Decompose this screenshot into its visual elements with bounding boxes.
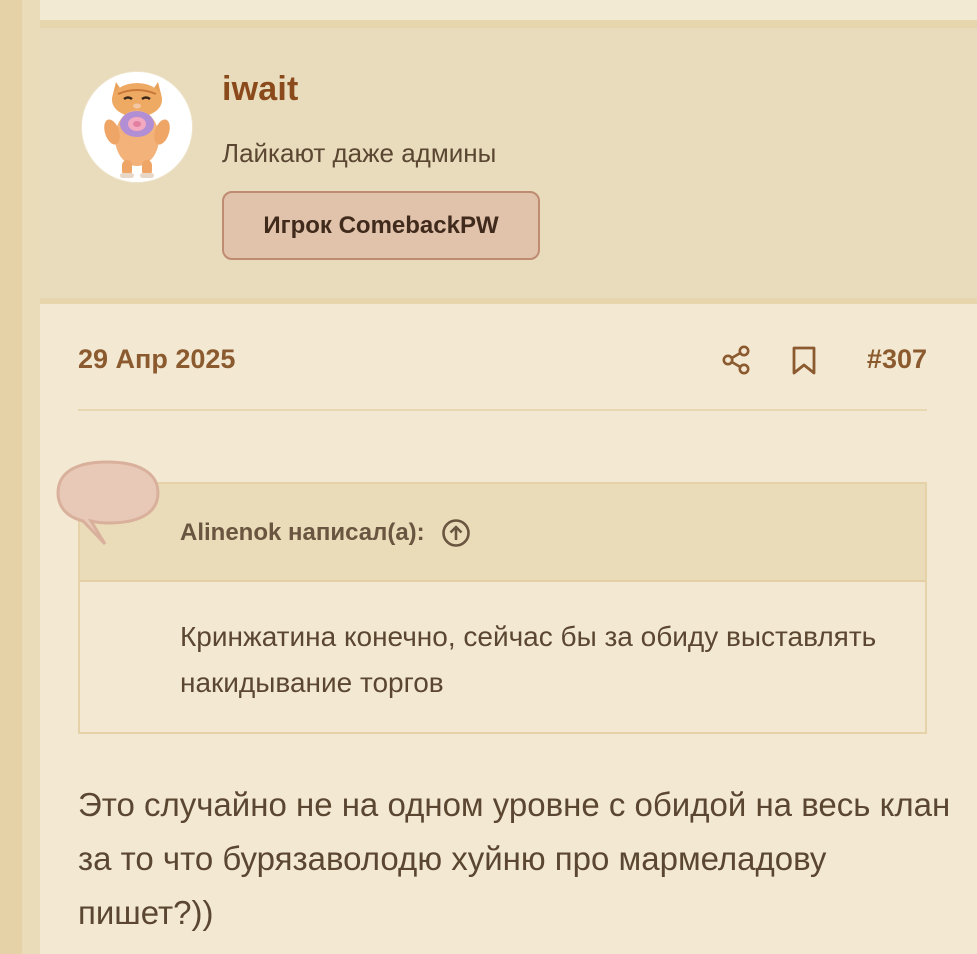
post-number-link[interactable]: #307 — [852, 344, 927, 375]
quote-text: Кринжатина конечно, сейчас бы за обиду в… — [180, 621, 877, 698]
quote-attribution: Alinenok написал(а): — [180, 518, 471, 548]
cat-avatar-icon — [82, 72, 192, 182]
post-separator — [40, 20, 977, 28]
quote-author[interactable]: Alinenok написал(а): — [180, 519, 425, 547]
quote-header: Alinenok написал(а): — [80, 484, 925, 582]
meta-divider — [78, 409, 927, 411]
avatar[interactable] — [82, 72, 192, 182]
username[interactable]: iwait — [222, 70, 299, 109]
share-icon[interactable] — [720, 344, 752, 376]
page-gutter — [22, 0, 40, 954]
bookmark-icon[interactable] — [788, 344, 820, 376]
user-title: Лайкают даже админы — [222, 138, 497, 168]
speech-bubble-icon — [56, 460, 160, 546]
left-rail — [0, 0, 22, 954]
previous-post-edge — [40, 0, 977, 20]
post-message: Это случайно не на одном уровне с обидой… — [78, 786, 951, 931]
post-date[interactable]: 29 Апр 2025 — [78, 344, 235, 375]
arrow-up-circle-icon[interactable] — [441, 518, 471, 548]
user-badge: Игрок ComebackPW — [222, 191, 540, 260]
quote-block: Alinenok написал(а): Кринжатина конечно,… — [78, 482, 927, 734]
